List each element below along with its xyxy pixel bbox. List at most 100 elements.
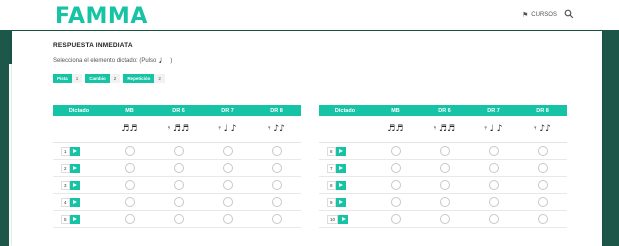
dictado-number: 10 [327,214,339,224]
play-button[interactable] [335,197,346,207]
page-subtitle: Selecciona el elemento dictado: (Pulso ♩… [53,56,172,66]
radio-dr6[interactable] [439,146,450,156]
radio-mb[interactable] [390,163,401,173]
radio-dr8[interactable] [271,146,282,156]
radio-dr6[interactable] [173,163,184,173]
badge-cambio: Cambio 2 [85,74,121,83]
play-icon [73,217,78,221]
col-dictado: Dictado [334,107,356,114]
radio-dr8[interactable] [271,180,282,190]
play-button[interactable] [69,146,80,156]
radio-mb[interactable] [390,146,401,156]
col-dr8: DR 8 [270,107,283,114]
radio-dr8[interactable] [271,197,282,207]
col-mb: MB [391,107,400,114]
radio-dr8[interactable] [537,163,548,173]
radio-dr7[interactable] [488,180,499,190]
dictado-cell: 7 [319,160,371,176]
badge-pista-count: 1 [71,74,83,83]
radio-mb[interactable] [124,146,135,156]
radio-mb[interactable] [390,180,401,190]
radio-dr7[interactable] [222,146,233,156]
dictado-cell: 4 [53,194,105,210]
table-header: Dictado MB DR 6 DR 7 DR 8 [319,105,567,116]
famma-logo[interactable]: FAMMA [55,4,148,29]
nav-cursos-link[interactable]: ⚑ CURSOS [522,11,557,19]
col-mb: MB [125,107,134,114]
dictation-table-right: Dictado MB DR 6 DR 7 DR 8 ♬♬ 𝄾 ♬♬ 𝄾 ♩ ♪ … [319,105,567,229]
radio-dr7[interactable] [488,214,499,224]
rhythm-mb: ♬♬ [387,124,404,134]
radio-dr6[interactable] [439,197,450,207]
radio-dr6[interactable] [173,180,184,190]
radio-dr6[interactable] [439,214,450,224]
radio-mb[interactable] [390,214,401,224]
radio-dr7[interactable] [222,163,233,173]
table-row: 9 [319,194,567,211]
col-dictado: Dictado [68,107,90,114]
badge-cambio-label[interactable]: Cambio [85,74,110,83]
play-icon [73,149,78,153]
dictado-cell: 10 [319,211,371,227]
rhythm-dr6: 𝄾 ♬♬ [433,124,456,134]
radio-mb[interactable] [124,163,135,173]
radio-dr8[interactable] [537,197,548,207]
table-row: 10 [319,211,567,228]
badge-repeticion-label[interactable]: Repetición [123,74,155,83]
radio-mb[interactable] [124,214,135,224]
radio-dr8[interactable] [271,163,282,173]
dictado-number: 7 [327,163,336,173]
play-button[interactable] [69,197,80,207]
radio-dr7[interactable] [488,163,499,173]
col-dr7: DR 7 [487,107,500,114]
radio-dr6[interactable] [173,197,184,207]
play-button[interactable] [338,214,349,224]
radio-dr6[interactable] [173,146,184,156]
radio-dr6[interactable] [439,163,450,173]
dictado-number: 8 [327,180,336,190]
flag-icon: ⚑ [522,12,529,19]
radio-dr7[interactable] [222,214,233,224]
play-button[interactable] [335,146,346,156]
radio-dr8[interactable] [537,180,548,190]
search-icon[interactable] [564,9,574,19]
radio-dr7[interactable] [488,197,499,207]
radio-dr7[interactable] [222,180,233,190]
radio-mb[interactable] [390,197,401,207]
badge-repeticion: Repetición 2 [123,74,165,83]
badge-pista: Pista 1 [53,74,83,83]
dictation-table-left: Dictado MB DR 6 DR 7 DR 8 ♬♬ 𝄾 ♬♬ 𝄾 ♩ ♪ … [53,105,301,229]
play-icon [341,217,346,221]
radio-mb[interactable] [124,197,135,207]
page-title: RESPUESTA INMEDIATA [53,42,133,49]
dictado-cell: 5 [53,211,105,227]
play-button[interactable] [335,180,346,190]
play-icon [339,149,344,153]
dictado-number: 6 [327,146,336,156]
radio-dr7[interactable] [488,146,499,156]
dictado-number: 5 [61,214,70,224]
radio-dr7[interactable] [222,197,233,207]
badge-cambio-count: 2 [109,74,121,83]
nav-cursos-label: CURSOS [531,12,557,18]
table-row: 1 [53,143,301,160]
badge-pista-label[interactable]: Pista [53,74,72,83]
radio-dr6[interactable] [173,214,184,224]
col-dr6: DR 6 [438,107,451,114]
radio-dr8[interactable] [537,146,548,156]
play-button[interactable] [69,180,80,190]
play-button[interactable] [69,214,80,224]
play-icon [339,183,344,187]
radio-dr8[interactable] [537,214,548,224]
radio-dr6[interactable] [439,180,450,190]
play-button[interactable] [335,163,346,173]
dictado-cell: 3 [53,177,105,193]
rhythm-row: ♬♬ 𝄾 ♬♬ 𝄾 ♩ ♪ 𝄾 ♪♪ [319,116,567,143]
dictado-cell: 9 [319,194,371,210]
table-row: 8 [319,177,567,194]
table-row: 6 [319,143,567,160]
radio-mb[interactable] [124,180,135,190]
radio-dr8[interactable] [271,214,282,224]
play-button[interactable] [69,163,80,173]
rhythm-blank [53,116,105,142]
